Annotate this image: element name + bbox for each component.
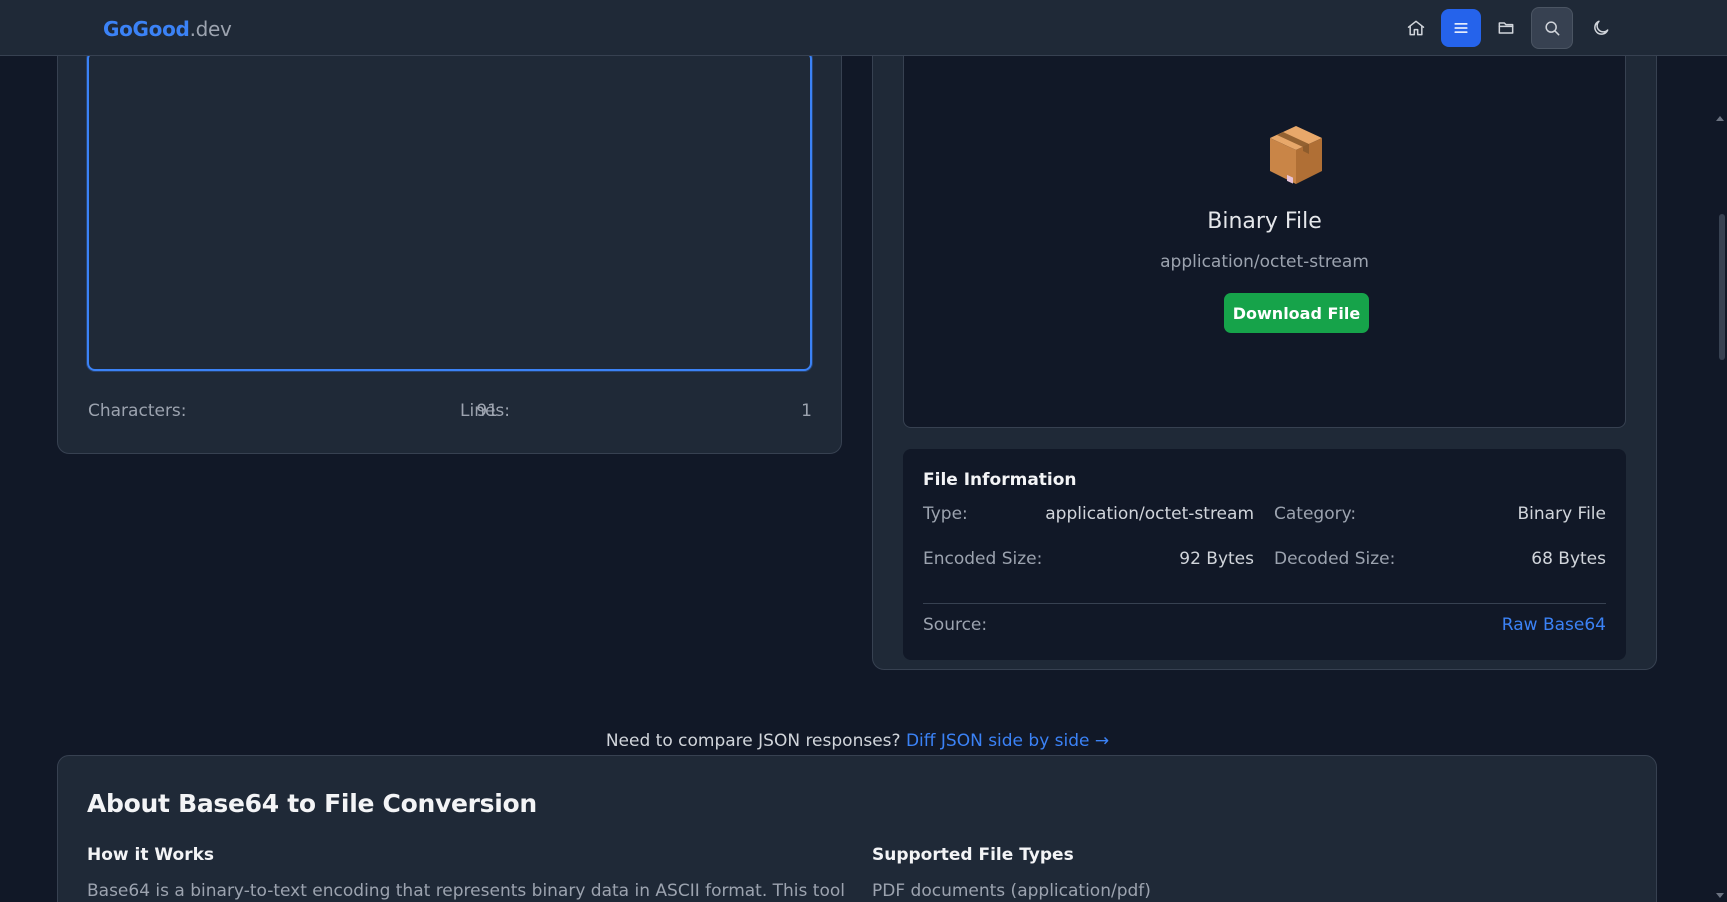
source-link[interactable]: Raw Base64 xyxy=(1383,615,1606,635)
how-it-works-heading: How it Works xyxy=(87,845,215,865)
download-file-button[interactable]: Download File xyxy=(1224,293,1369,333)
lines-value: 1 xyxy=(801,401,812,421)
package-icon xyxy=(1267,124,1325,190)
encoded-size-value: 92 Bytes xyxy=(1179,549,1254,569)
supported-types-heading: Supported File Types xyxy=(872,845,1074,865)
about-title: About Base64 to File Conversion xyxy=(87,789,537,818)
scroll-down-arrow[interactable] xyxy=(1716,893,1724,898)
source-label: Source: xyxy=(923,615,988,635)
info-divider xyxy=(923,603,1606,604)
page-scrollbar[interactable] xyxy=(1715,56,1727,902)
home-icon xyxy=(1407,20,1425,36)
theme-toggle-button[interactable] xyxy=(1581,9,1621,47)
file-mime-type: application/octet-stream xyxy=(1160,252,1369,272)
site-logo[interactable]: GoGood.dev xyxy=(103,17,232,41)
supported-type-pdf: PDF documents (application/pdf) xyxy=(872,881,1151,901)
file-type-title: Binary File xyxy=(1207,209,1322,234)
menu-button[interactable] xyxy=(1441,9,1481,47)
top-navbar: GoGood.dev xyxy=(0,0,1727,56)
logo-brand: GoGood xyxy=(103,17,190,41)
menu-icon xyxy=(1454,23,1468,33)
promo-line: Need to compare JSON responses? Diff JSO… xyxy=(0,731,1715,751)
search-button[interactable] xyxy=(1531,7,1573,49)
lines-label: Lines: xyxy=(460,401,511,421)
scrollbar-thumb[interactable] xyxy=(1719,214,1725,360)
type-value: application/octet-stream xyxy=(1045,504,1254,524)
file-preview: Binary File application/octet-stream Dow… xyxy=(903,41,1626,428)
home-button[interactable] xyxy=(1396,9,1436,47)
about-section: About Base64 to File Conversion How it W… xyxy=(57,755,1657,902)
characters-label: Characters: xyxy=(88,401,187,421)
search-icon xyxy=(1545,21,1560,36)
file-information-card: File Information Type: application/octet… xyxy=(903,449,1626,660)
file-info-title: File Information xyxy=(923,470,1077,490)
logo-tld: .dev xyxy=(189,17,232,41)
category-label: Category: xyxy=(1274,504,1357,524)
encoded-size-label: Encoded Size: xyxy=(923,549,1043,569)
category-value: Binary File xyxy=(1517,504,1606,524)
base64-textarea[interactable] xyxy=(87,51,812,371)
folder-button[interactable] xyxy=(1486,9,1526,47)
diff-json-link[interactable]: Diff JSON side by side → xyxy=(906,731,1109,751)
scroll-up-arrow[interactable] xyxy=(1716,116,1724,121)
how-it-works-text: Base64 is a binary-to-text encoding that… xyxy=(87,881,845,901)
promo-text: Need to compare JSON responses? xyxy=(605,731,901,751)
file-output-panel: Binary File application/octet-stream Dow… xyxy=(872,20,1657,670)
folder-icon xyxy=(1498,22,1514,34)
moon-icon xyxy=(1594,20,1609,35)
type-label: Type: xyxy=(923,504,968,524)
base64-input-panel: Characters: 91 Lines: 1 xyxy=(57,20,842,454)
decoded-size-label: Decoded Size: xyxy=(1274,549,1396,569)
decoded-size-value: 68 Bytes xyxy=(1531,549,1606,569)
